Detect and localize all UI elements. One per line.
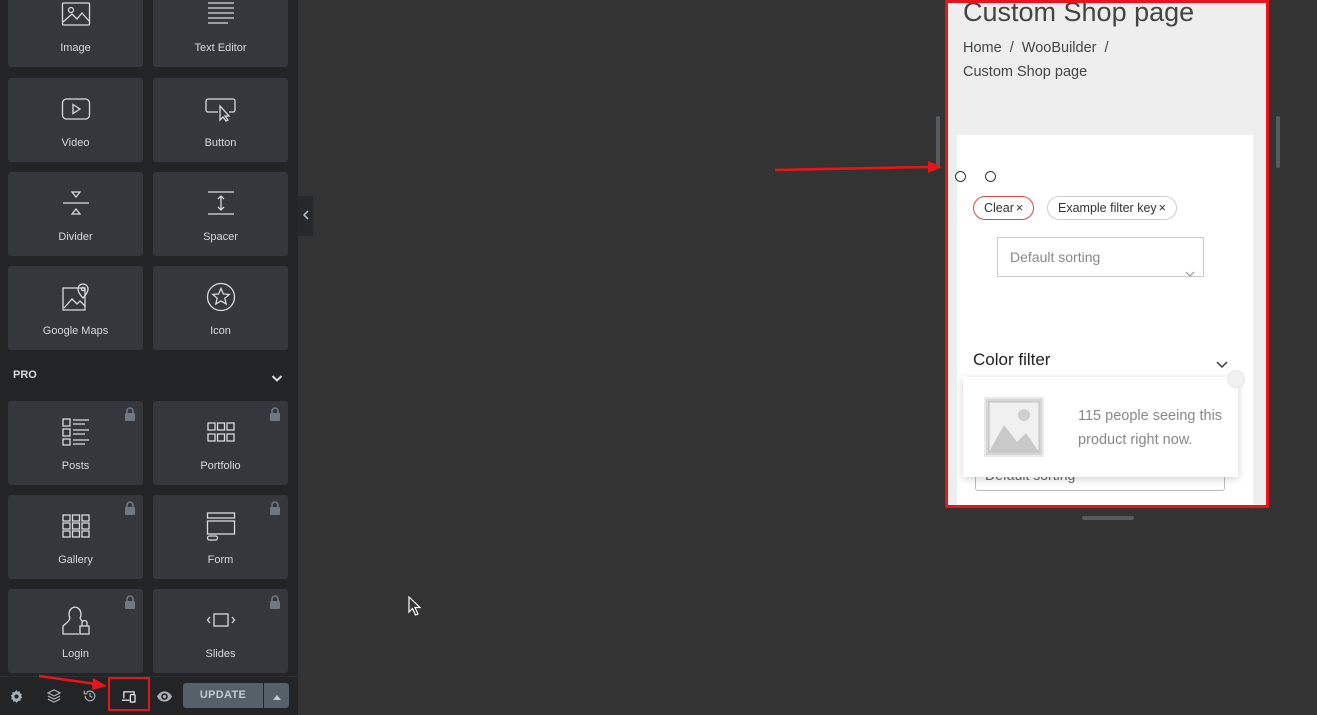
caret-up-icon xyxy=(272,687,281,705)
widget-image[interactable]: Image xyxy=(8,0,143,67)
pro-section-header[interactable]: PRO xyxy=(0,362,298,388)
annotation-arrow-icon xyxy=(38,674,107,690)
placeholder-image-icon xyxy=(984,397,1044,457)
annotation-arrow-icon xyxy=(774,161,942,173)
posts-icon xyxy=(8,415,143,449)
widget-label: Slides xyxy=(205,648,236,660)
settings-icon[interactable] xyxy=(7,687,25,705)
divider-icon xyxy=(8,186,143,220)
widget-label: Google Maps xyxy=(42,325,109,337)
sorting-value: Default sorting xyxy=(1010,249,1101,265)
widget-portfolio[interactable]: Portfolio xyxy=(153,401,288,485)
spacer-icon xyxy=(153,186,288,220)
page-margin-right xyxy=(1253,135,1266,505)
widgets-panel: Image Text Editor Video Button Divider S… xyxy=(0,0,298,715)
portfolio-icon xyxy=(153,415,288,449)
collapse-panel-button[interactable] xyxy=(298,196,313,236)
slides-icon xyxy=(153,603,288,637)
widget-label: Icon xyxy=(210,325,231,337)
chevron-down-icon[interactable] xyxy=(1216,355,1228,373)
breadcrumb: Home / WooBuilder / xyxy=(963,40,1113,56)
widget-divider[interactable]: Divider xyxy=(8,172,143,256)
breadcrumb-item-home[interactable]: Home xyxy=(963,40,1002,56)
chevron-down-icon xyxy=(271,370,283,388)
widget-label: Image xyxy=(60,42,91,54)
login-icon xyxy=(8,603,143,637)
clear-filters-chip[interactable]: Clear × xyxy=(973,196,1035,220)
widget-spacer[interactable]: Spacer xyxy=(153,172,288,256)
video-icon xyxy=(8,92,143,126)
page-header: Custom Shop page Home / WooBuilder / Cus… xyxy=(948,3,1266,135)
widget-label: Portfolio xyxy=(200,460,241,472)
sorting-select[interactable]: Default sorting xyxy=(997,237,1204,277)
widget-label: Gallery xyxy=(58,554,93,566)
widget-gallery[interactable]: Gallery xyxy=(8,495,143,579)
image-icon xyxy=(8,0,143,31)
google-maps-icon xyxy=(8,280,143,314)
resize-handle-right[interactable] xyxy=(1276,116,1280,168)
update-button[interactable]: UPDATE xyxy=(183,683,263,708)
widget-login[interactable]: Login xyxy=(8,589,143,673)
widget-slides[interactable]: Slides xyxy=(153,589,288,673)
widget-label: Button xyxy=(204,137,237,149)
breadcrumb-separator: / xyxy=(1104,40,1109,56)
widget-icon[interactable]: Icon xyxy=(153,266,288,350)
button-icon xyxy=(153,92,288,126)
chip-label: Example filter key xyxy=(1058,201,1157,215)
widget-label: Divider xyxy=(58,231,93,243)
chevron-left-icon xyxy=(302,207,309,225)
widget-text-editor[interactable]: Text Editor xyxy=(153,0,288,67)
widget-label: Form xyxy=(207,554,234,566)
widget-label: Posts xyxy=(61,460,90,472)
widget-label: Spacer xyxy=(203,231,238,243)
preview-eye-icon[interactable] xyxy=(155,687,173,705)
breadcrumb-separator: / xyxy=(1009,40,1014,56)
popup-message: 115 people seeing this product right now… xyxy=(1078,408,1223,448)
breadcrumb-item-woobuilder[interactable]: WooBuilder xyxy=(1022,40,1097,56)
widget-label: Login xyxy=(62,648,89,660)
close-icon[interactable] xyxy=(1227,370,1245,388)
close-icon: × xyxy=(1158,201,1166,215)
color-filter-title[interactable]: Color filter xyxy=(973,350,1050,370)
page-margin-left xyxy=(948,135,957,505)
widget-button[interactable]: Button xyxy=(153,78,288,162)
chevron-down-icon xyxy=(1185,253,1195,291)
star-icon xyxy=(153,280,288,314)
breadcrumb-current: Custom Shop page xyxy=(963,64,1088,80)
pro-section-label: PRO xyxy=(13,369,37,381)
resize-handle-bottom[interactable] xyxy=(1082,516,1134,520)
mouse-cursor-icon xyxy=(408,596,422,616)
widget-posts[interactable]: Posts xyxy=(8,401,143,485)
form-icon xyxy=(153,509,288,543)
chip-label: Clear xyxy=(984,201,1014,215)
filter-chip[interactable]: Example filter key × xyxy=(1047,196,1177,220)
close-icon: × xyxy=(1015,201,1024,215)
page-title: Custom Shop page xyxy=(963,0,1195,27)
sales-notification-popup: 115 people seeing this product right now… xyxy=(963,377,1238,477)
mobile-preview-frame: Custom Shop page Home / WooBuilder / Cus… xyxy=(945,0,1269,508)
text-editor-icon xyxy=(153,0,288,31)
widget-google-maps[interactable]: Google Maps xyxy=(8,266,143,350)
update-options-button[interactable] xyxy=(264,683,289,708)
responsive-mode-highlight xyxy=(108,677,150,711)
radio-button[interactable] xyxy=(955,171,966,182)
widget-video[interactable]: Video xyxy=(8,78,143,162)
radio-button[interactable] xyxy=(985,171,996,182)
widget-form[interactable]: Form xyxy=(153,495,288,579)
widget-label: Text Editor xyxy=(194,42,247,54)
gallery-icon xyxy=(8,509,143,543)
widget-label: Video xyxy=(61,137,90,149)
